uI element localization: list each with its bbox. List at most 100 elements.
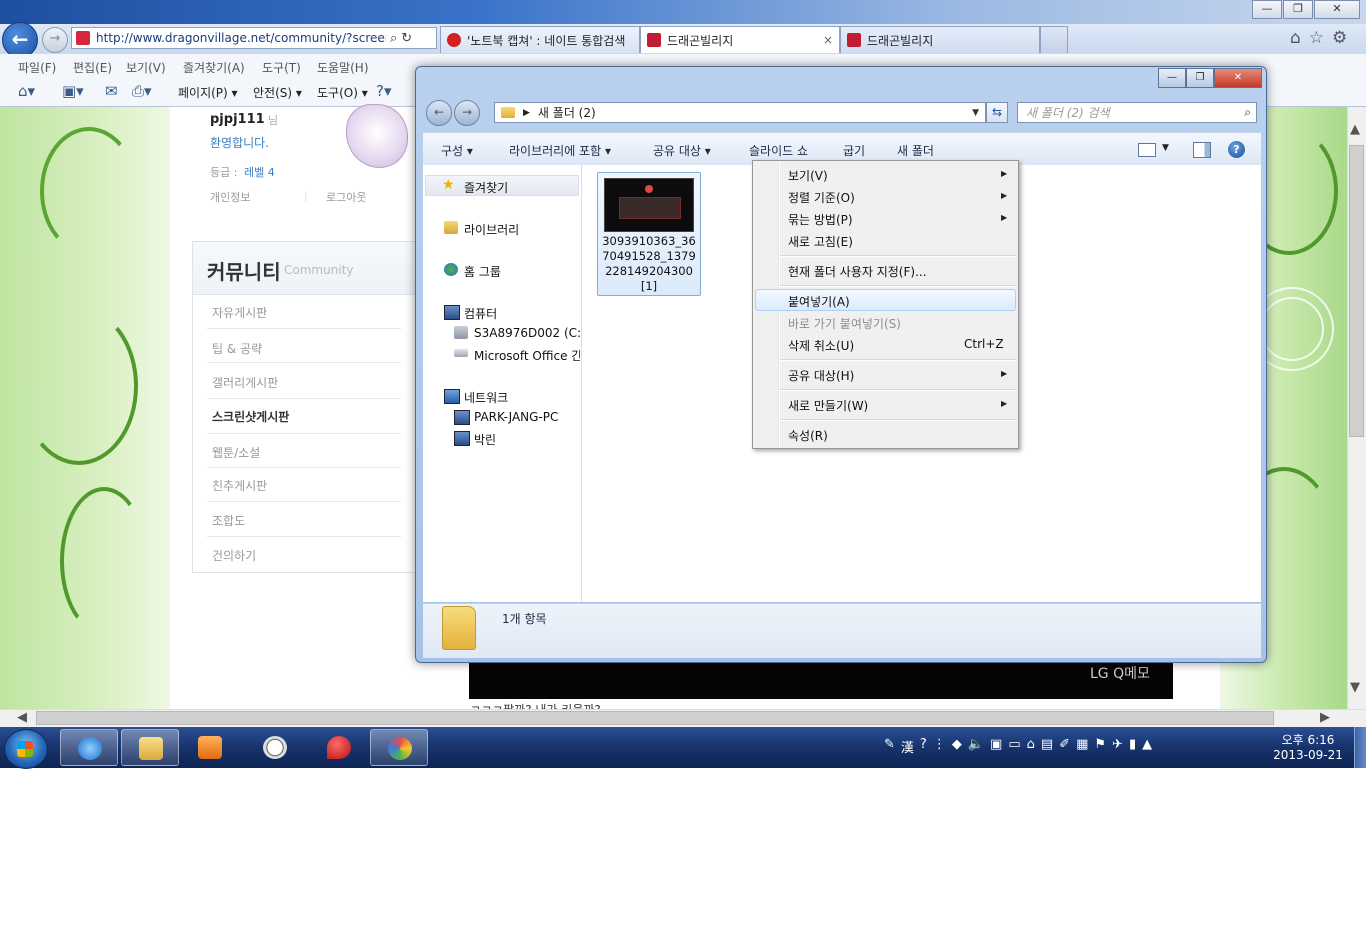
community-item-tips[interactable]: 팁 & 공략 [212,340,262,357]
clipboard-icon[interactable]: ▤ [1041,737,1053,756]
community-item-suggestion[interactable]: 건의하기 [212,547,256,564]
address-bar[interactable]: http://www.dragonvillage.net/community/?… [71,27,437,49]
nav-pc-bakrin[interactable]: 박린 [474,431,496,448]
volume-icon[interactable]: 🔈 [968,737,984,756]
help-icon[interactable]: ? [920,737,927,756]
organize-button[interactable]: 구성 ▾ [441,142,473,159]
tab-dragonvillage-active[interactable]: 드래곤빌리지 × [640,26,840,53]
monitor-icon[interactable]: ▭ [1008,737,1020,756]
favorites-star-icon[interactable]: ☆ [1309,28,1324,48]
context-item-customize-folder[interactable]: 현재 폴더 사용자 지정(F)... [788,263,927,280]
nav-office-drive[interactable]: Microsoft Office 간 [474,347,580,364]
taskbar-pin-app-button[interactable] [310,729,368,766]
page-menu-button[interactable]: 페이지(P) ▾ [178,84,238,101]
language-bar-icon[interactable]: ✎ [884,737,895,756]
start-button[interactable] [4,729,48,769]
community-item-screenshot[interactable]: 스크린샷게시판 [212,408,289,425]
scroll-right-icon[interactable]: ▶ [1320,710,1330,725]
burn-button[interactable]: 굽기 [843,142,865,159]
pdf-icon[interactable]: ▲ [1142,737,1152,756]
menu-view[interactable]: 보기(V) [126,59,166,76]
taskbar-ie-button[interactable] [60,729,118,766]
context-item-sort-by[interactable]: 정렬 기준(O) [788,189,855,206]
taskbar-paint-button[interactable] [370,729,428,766]
context-item-refresh[interactable]: 새로 고침(E) [788,233,853,250]
chevron-down-icon[interactable]: ▼ [972,108,979,118]
tab-dragonvillage[interactable]: 드래곤빌리지 [840,26,1040,53]
explorer-maximize-button[interactable]: ❐ [1186,68,1214,88]
new-folder-button[interactable]: 새 폴더 [897,142,934,159]
community-item-gallery[interactable]: 갤러리게시판 [212,374,278,391]
context-item-share-with[interactable]: 공유 대상(H) [788,367,854,384]
taskbar-clock-app-button[interactable] [246,729,304,766]
print-icon[interactable]: ⎙▾ [132,82,152,100]
context-item-group-by[interactable]: 묶는 방법(P) [788,211,853,228]
menu-tools[interactable]: 도구(T) [262,59,301,76]
horizontal-scroll-thumb[interactable] [36,711,1274,725]
scroll-down-icon[interactable]: ▼ [1350,680,1360,695]
safety-menu-button[interactable]: 안전(S) ▾ [253,84,302,101]
home-icon[interactable]: ⌂▾ [18,82,35,100]
search-icon[interactable]: ⌕ [1244,105,1251,120]
scroll-left-icon[interactable]: ◀ [17,710,27,725]
nav-libraries[interactable]: 라이브러리 [464,221,519,238]
tab-close-icon[interactable]: × [823,33,833,47]
context-item-properties[interactable]: 속성(R) [788,427,828,444]
context-item-paste[interactable]: 붙여넣기(A) [788,293,850,310]
taskbar-clock[interactable]: 오후 6:16 2013-09-21 [1268,733,1348,763]
nav-pc-park-jang[interactable]: PARK-JANG-PC [474,410,558,424]
slideshow-button[interactable]: 슬라이드 쇼 [749,142,808,159]
community-item-combination[interactable]: 조합도 [212,512,245,529]
chevron-down-icon[interactable]: ▼ [1162,143,1169,153]
tray-overflow-icon[interactable]: ⋮ [933,737,946,756]
security-icon[interactable]: ▦ [1076,737,1088,756]
show-desktop-button[interactable] [1354,727,1366,768]
forward-button[interactable]: → [42,27,68,53]
nav-homegroup[interactable]: 홈 그룹 [464,263,501,280]
minimize-button[interactable]: — [1252,0,1282,19]
preview-pane-icon[interactable] [1193,142,1211,158]
back-button[interactable]: ← [2,22,38,58]
vertical-scroll-thumb[interactable] [1349,145,1364,437]
rss-feed-icon[interactable]: ▣▾ [62,82,84,100]
pen-icon[interactable]: ✐ [1059,737,1070,756]
include-in-library-button[interactable]: 라이브러리에 포함 ▾ [509,142,611,159]
home-icon[interactable]: ⌂ [1290,28,1301,48]
taskbar-media-button[interactable] [181,729,239,766]
nav-favorites[interactable]: 즐겨찾기 [464,179,508,196]
nav-drive-c[interactable]: S3A8976D002 (C:) [474,326,586,340]
community-item-webtoon[interactable]: 웹툰/소설 [212,444,260,461]
community-item-free-board[interactable]: 자유게시판 [212,304,267,321]
tools-menu-button[interactable]: 도구(O) ▾ [317,84,368,101]
community-item-friend[interactable]: 친추게시판 [212,477,267,494]
share-with-button[interactable]: 공유 대상 ▾ [653,142,711,159]
mail-icon[interactable]: ✉ [105,82,118,100]
context-item-new[interactable]: 새로 만들기(W) [788,397,868,414]
nav-network[interactable]: 네트워크 [464,389,508,406]
help-icon[interactable]: ? [1228,141,1245,158]
menu-edit[interactable]: 편집(E) [73,59,112,76]
maximize-button[interactable]: ❐ [1283,0,1313,19]
explorer-minimize-button[interactable]: — [1158,68,1186,88]
explorer-close-button[interactable]: ✕ [1214,68,1262,88]
context-item-view[interactable]: 보기(V) [788,167,828,184]
context-item-undo-delete[interactable]: 삭제 취소(U) [788,337,854,354]
search-icon[interactable]: ⌕ [390,31,397,46]
menu-file[interactable]: 파일(F) [18,59,56,76]
satellite-icon[interactable]: ✈ [1112,737,1123,756]
new-tab-button[interactable] [1040,26,1068,53]
menu-favorites[interactable]: 즐겨찾기(A) [183,59,245,76]
close-button[interactable]: ✕ [1314,0,1360,19]
help-icon[interactable]: ?▾ [376,82,392,100]
scroll-up-icon[interactable]: ▲ [1350,122,1360,137]
tab-nate-search[interactable]: '노트북 캡쳐' : 네이트 통합검색 [440,26,640,53]
display-icon[interactable]: ▣ [990,737,1002,756]
network-status-icon[interactable]: ⌂ [1027,737,1035,756]
taskbar-explorer-button[interactable] [121,729,179,766]
nav-computer[interactable]: 컴퓨터 [464,305,497,322]
signal-icon[interactable]: ▮ [1129,737,1136,756]
explorer-refresh-button[interactable]: ⇆ [986,102,1008,123]
flag-icon[interactable]: ⚑ [1094,737,1106,756]
explorer-back-button[interactable]: ← [426,100,452,126]
gear-icon[interactable]: ⚙ [1332,28,1347,48]
